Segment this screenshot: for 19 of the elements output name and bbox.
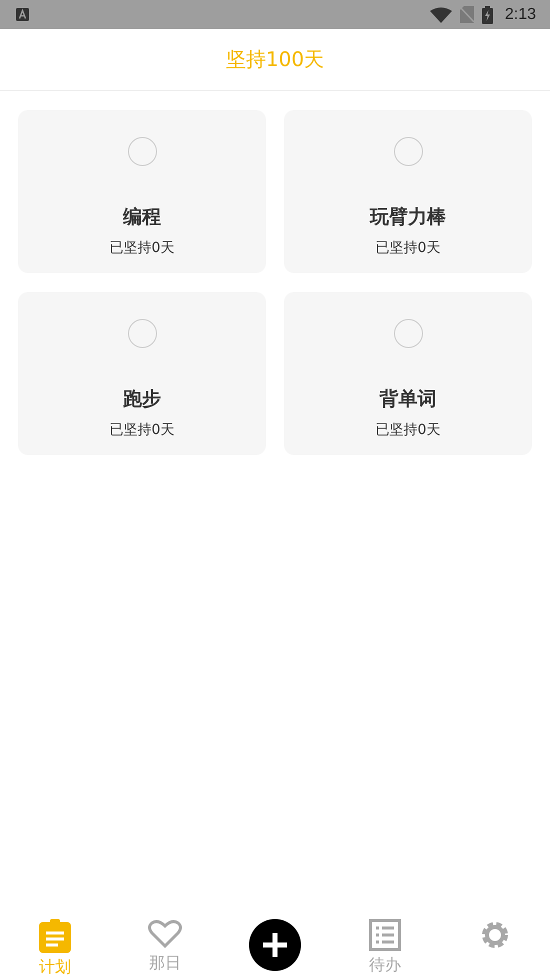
clock: 2:13 xyxy=(504,6,536,24)
no-sim-icon xyxy=(460,6,474,23)
check-circle[interactable] xyxy=(128,137,156,166)
plan-name: 玩臂力棒 xyxy=(370,205,446,230)
plan-name: 跑步 xyxy=(123,387,161,412)
add-button[interactable] xyxy=(249,919,301,971)
list-icon xyxy=(369,919,401,951)
notification-icon xyxy=(16,8,29,21)
check-circle[interactable] xyxy=(394,137,422,166)
battery-icon xyxy=(482,6,493,24)
check-circle[interactable] xyxy=(128,319,156,348)
settings-icon xyxy=(479,919,511,951)
plan-name: 编程 xyxy=(123,205,161,230)
heart-icon xyxy=(148,919,182,949)
check-circle[interactable] xyxy=(394,319,422,348)
page-title: 坚持100天 xyxy=(226,46,324,73)
clipboard-icon xyxy=(39,919,71,953)
wifi-icon xyxy=(430,6,452,22)
plan-name: 背单词 xyxy=(380,387,436,412)
